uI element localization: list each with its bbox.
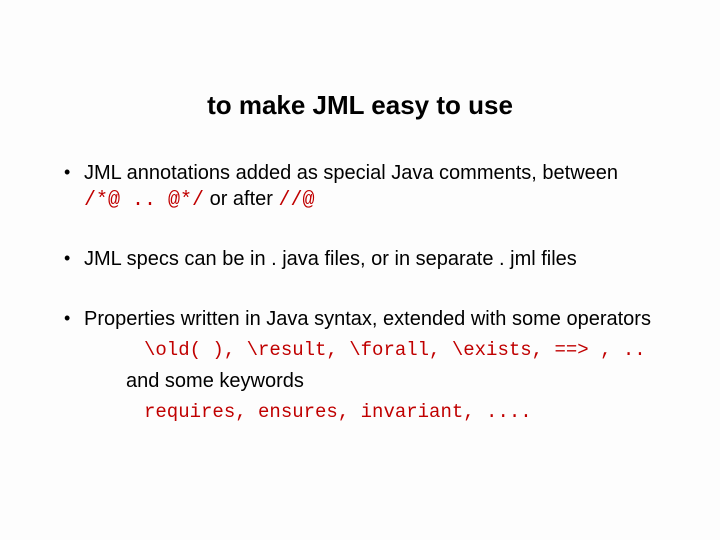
bullet-3: Properties written in Java syntax, exten…	[50, 307, 670, 425]
bullet-3-code-1: \old( ), \result, \forall, \exists, ==> …	[84, 338, 670, 362]
bullet-2-text: JML specs can be in . java files, or in …	[84, 248, 577, 270]
bullet-1-code-2: //@	[279, 189, 315, 212]
bullet-1: JML annotations added as special Java co…	[50, 161, 670, 213]
bullet-3-text-1: Properties written in Java syntax, exten…	[84, 308, 651, 330]
bullet-1-code-1: /*@ .. @*/	[84, 189, 204, 212]
bullet-1-text-a: JML annotations added as special Java co…	[84, 162, 618, 184]
bullet-3-text-2: and some keywords	[84, 369, 670, 395]
slide: to make JML easy to use JML annotations …	[0, 0, 720, 540]
bullet-1-text-b: or after	[204, 188, 278, 210]
bullet-3-code-2: requires, ensures, invariant, ....	[84, 400, 670, 424]
bullet-2: JML specs can be in . java files, or in …	[50, 247, 670, 273]
slide-title: to make JML easy to use	[50, 90, 670, 121]
bullet-list: JML annotations added as special Java co…	[50, 161, 670, 425]
